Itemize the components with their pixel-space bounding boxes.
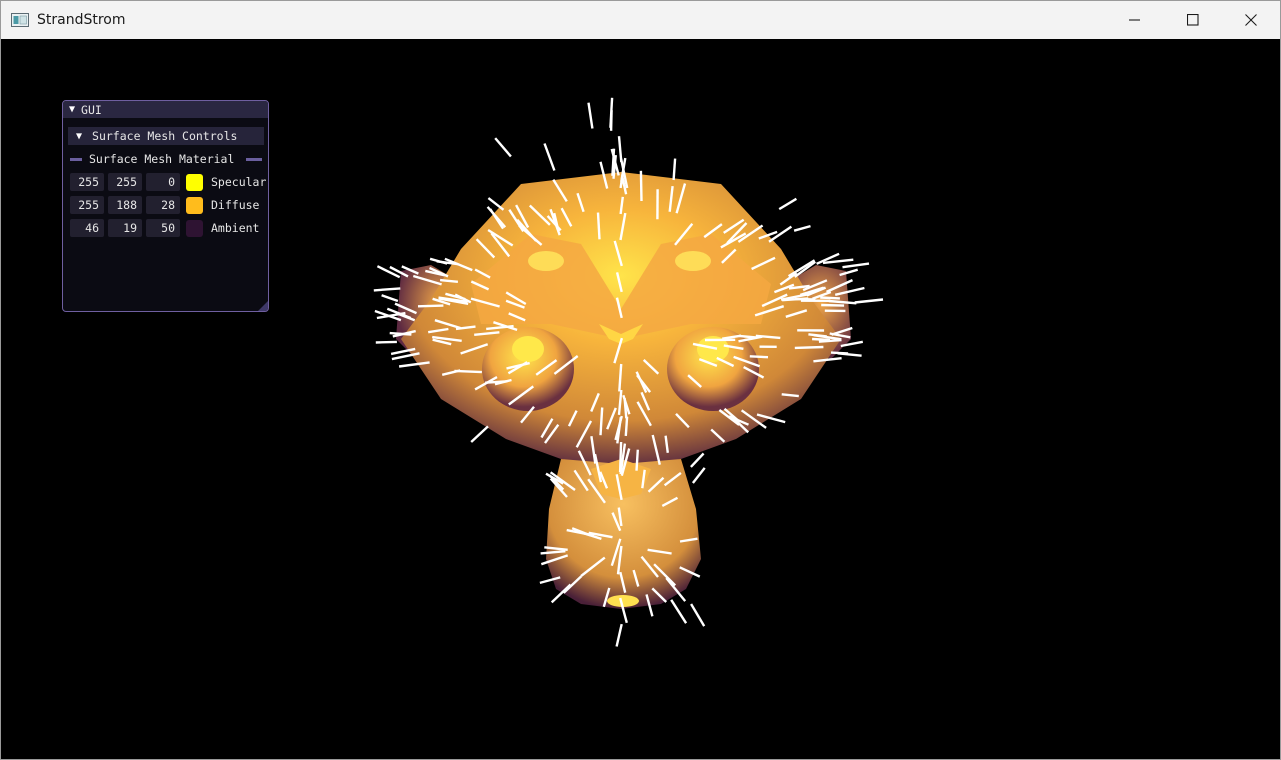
normal-strand	[670, 599, 688, 624]
render-viewport[interactable]: ▼ GUI ▼ Surface Mesh Controls Surface Me…	[1, 39, 1280, 759]
minimize-button[interactable]	[1106, 1, 1164, 39]
close-icon	[1245, 14, 1257, 26]
normal-strand	[543, 143, 556, 171]
app-window: StrandStrom ▼ GUI ▼ Surface Mesh Control…	[0, 0, 1281, 760]
specular-r-input[interactable]: 255	[70, 173, 104, 191]
maximize-icon	[1187, 14, 1199, 26]
normal-strand	[417, 304, 444, 308]
diffuse-color-swatch[interactable]	[186, 196, 203, 214]
normal-strand	[615, 623, 623, 647]
normal-strand	[821, 303, 845, 307]
separator-label: Surface Mesh Material	[89, 152, 235, 166]
section-title: Surface Mesh Controls	[92, 129, 238, 143]
normal-strand	[690, 603, 706, 627]
normal-strand	[454, 369, 482, 374]
gui-title-bar[interactable]: ▼ GUI	[63, 101, 268, 118]
ambient-color-row: 46 19 50 Ambient	[70, 219, 268, 237]
normal-strand	[830, 351, 849, 355]
diffuse-r-input[interactable]: 255	[70, 196, 104, 214]
normal-strand	[439, 278, 459, 283]
normal-strand	[691, 467, 706, 484]
normal-strand	[617, 136, 623, 163]
normal-strand	[778, 197, 798, 211]
ambient-b-input[interactable]: 50	[146, 219, 180, 237]
normal-strand	[599, 407, 604, 436]
normal-strand	[635, 449, 639, 471]
ambient-r-input[interactable]: 46	[70, 219, 104, 237]
collapse-arrow-icon[interactable]: ▼	[69, 104, 75, 115]
normal-strand	[375, 340, 397, 344]
separator-line	[246, 157, 262, 161]
normal-strand	[690, 452, 705, 468]
diffuse-g-input[interactable]: 188	[108, 196, 142, 214]
normal-strand	[738, 334, 757, 339]
normal-strand	[854, 298, 884, 304]
ambient-g-input[interactable]: 19	[108, 219, 142, 237]
title-bar[interactable]: StrandStrom	[1, 1, 1280, 39]
ambient-label: Ambient	[211, 221, 260, 235]
collapse-arrow-icon: ▼	[76, 130, 83, 142]
diffuse-b-input[interactable]: 28	[146, 196, 180, 214]
surface-mesh-controls-header[interactable]: ▼ Surface Mesh Controls	[68, 127, 264, 145]
normal-strand	[749, 355, 769, 359]
monkey-mesh	[396, 172, 851, 609]
normal-strand	[820, 296, 840, 300]
specular-color-swatch[interactable]	[186, 173, 203, 191]
app-window-icon	[11, 13, 29, 27]
normal-strand	[487, 197, 505, 211]
ambient-color-swatch[interactable]	[186, 219, 203, 237]
maximize-button[interactable]	[1164, 1, 1222, 39]
normal-strand	[793, 224, 811, 232]
normal-strand	[672, 158, 677, 181]
normal-strand	[624, 416, 629, 436]
normal-strand	[794, 345, 824, 350]
normal-strand	[609, 110, 613, 131]
normal-strand	[381, 294, 399, 303]
normal-strand	[842, 262, 870, 269]
material-separator: Surface Mesh Material	[70, 151, 262, 167]
specular-label: Specular	[211, 175, 267, 189]
diffuse-label: Diffuse	[211, 198, 260, 212]
normal-strand	[812, 337, 831, 342]
normal-strand	[596, 212, 601, 240]
specular-g-input[interactable]: 255	[108, 173, 142, 191]
normal-strand	[494, 137, 512, 158]
normal-strand	[470, 425, 489, 443]
window-title: StrandStrom	[37, 12, 126, 28]
normal-strand	[373, 287, 401, 292]
close-button[interactable]	[1222, 1, 1280, 39]
specular-color-row: 255 255 0 Specular	[70, 173, 268, 191]
resize-grip[interactable]	[258, 301, 268, 311]
normal-strand	[587, 102, 594, 129]
gui-panel[interactable]: ▼ GUI ▼ Surface Mesh Controls Surface Me…	[62, 100, 269, 312]
diffuse-color-row: 255 188 28 Diffuse	[70, 196, 268, 214]
gui-title: GUI	[81, 102, 102, 117]
separator-line	[70, 157, 82, 161]
normal-strand	[639, 170, 643, 202]
specular-b-input[interactable]: 0	[146, 173, 180, 191]
minimize-icon	[1129, 19, 1140, 21]
